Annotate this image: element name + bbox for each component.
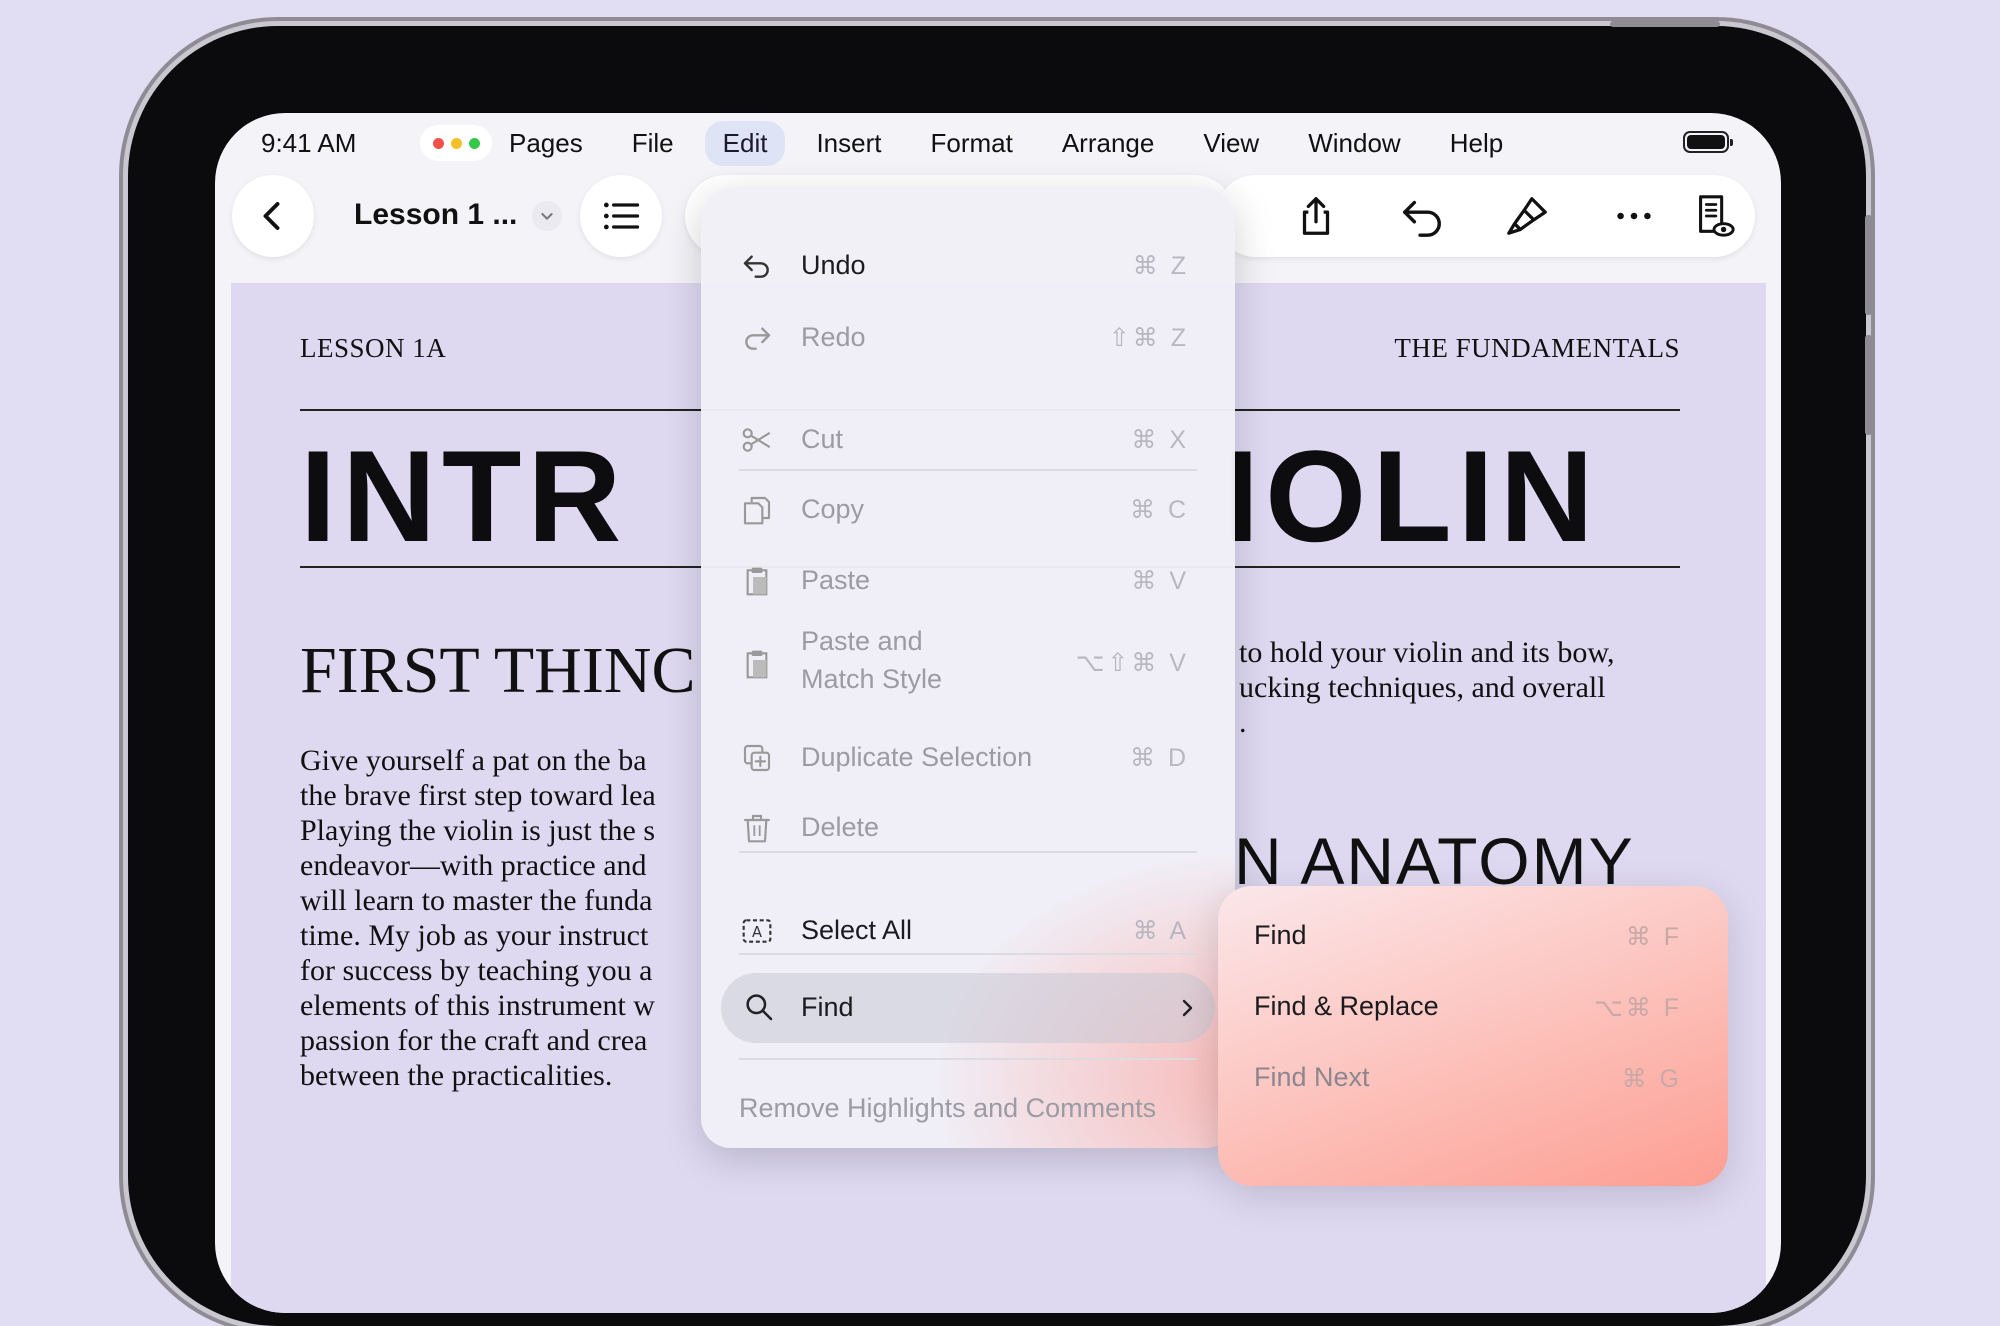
menu-items: Pages File Edit Insert Format Arrange Vi… (491, 113, 1534, 173)
menu-item-paste[interactable]: Paste ⌘ V (701, 551, 1235, 611)
submenu-item-find-next[interactable]: Find Next ⌘ G (1218, 1030, 1728, 1100)
menu-label: Paste and (801, 626, 923, 656)
menu-label: Find Next (1254, 1062, 1370, 1092)
menu-insert[interactable]: Insert (798, 121, 899, 166)
more-icon[interactable] (1611, 193, 1657, 239)
title-menu-button[interactable] (532, 201, 562, 231)
menu-label: Redo (801, 322, 866, 352)
redo-icon (745, 327, 771, 350)
menu-item-find[interactable]: Find (721, 973, 1215, 1043)
select-all-icon: A (742, 919, 772, 943)
menu-label: Copy (801, 494, 865, 524)
close-dot[interactable] (432, 137, 444, 149)
submenu-item-find[interactable]: Find ⌘ F (1218, 886, 1728, 956)
copy-icon (743, 496, 771, 525)
paintbrush-icon[interactable] (1505, 193, 1551, 239)
menu-pages[interactable]: Pages (491, 121, 601, 166)
right-paragraph: to hold your violin and its bow, ucking … (1239, 635, 1679, 740)
chevron-down-icon (541, 213, 553, 220)
menu-shortcut: ⌘ Z (1132, 252, 1189, 280)
menu-label: Duplicate Selection (801, 742, 1033, 772)
body-line: ucking techniques, and overall (1239, 671, 1606, 704)
page-header-right: THE FUNDAMENTALS (1394, 333, 1680, 363)
menu-shortcut: ⌘ C (1130, 496, 1189, 524)
menu-item-duplicate[interactable]: Duplicate Selection ⌘ D (701, 728, 1235, 788)
menu-item-remove-highlights[interactable]: Remove Highlights and Comments (739, 1093, 1156, 1124)
menu-format[interactable]: Format (912, 121, 1030, 166)
back-button[interactable] (232, 175, 314, 257)
list-icon (603, 202, 640, 230)
svg-text:A: A (752, 924, 762, 941)
separator (739, 953, 1197, 955)
menu-item-copy[interactable]: Copy ⌘ C (701, 480, 1235, 540)
menu-item-cut[interactable]: Cut ⌘ X (701, 410, 1235, 470)
menu-label: Select All (801, 915, 913, 945)
paste-style-icon (746, 650, 768, 679)
separator (739, 851, 1197, 853)
menu-shortcut: ⌘ A (1132, 917, 1189, 945)
menu-shortcut: ⌘ G (1621, 1065, 1682, 1093)
duplicate-icon (743, 744, 771, 772)
trash-icon (743, 814, 771, 843)
document-title[interactable]: Lesson 1 ... (354, 198, 517, 232)
menu-view[interactable]: View (1185, 121, 1277, 166)
document-title-right: IOLIN (1223, 423, 1600, 569)
chevron-left-icon (263, 202, 280, 230)
battery-icon (1683, 131, 1733, 153)
submenu-item-find-replace[interactable]: Find & Replace ⌥⌘ F (1218, 958, 1728, 1028)
menu-file[interactable]: File (614, 121, 692, 166)
zoom-dot[interactable] (468, 137, 480, 149)
menu-shortcut: ⌥⇧⌘ V (1075, 649, 1189, 677)
menu-bar: 9:41 AM Pages File Edit Insert Format Ar… (215, 113, 1781, 173)
menu-label: Match Style (801, 664, 943, 694)
menu-arrange[interactable]: Arrange (1044, 121, 1173, 166)
menu-shortcut: ⌘ F (1625, 923, 1682, 951)
undo-icon[interactable] (1399, 193, 1445, 239)
search-icon (746, 994, 773, 1021)
menu-shortcut: ⌘ D (1130, 744, 1189, 772)
separator (739, 469, 1197, 471)
menu-shortcut: ⇧⌘ Z (1108, 324, 1189, 352)
menu-edit[interactable]: Edit (704, 120, 786, 166)
menu-item-redo[interactable]: Redo ⇧⌘ Z (701, 308, 1235, 368)
top-button (1610, 21, 1720, 27)
window-controls[interactable] (420, 125, 492, 161)
reading-view-icon[interactable] (1691, 193, 1737, 239)
side-button (1865, 215, 1872, 315)
share-icon[interactable] (1293, 193, 1339, 239)
menu-label: Find (1254, 920, 1307, 950)
minimize-dot[interactable] (450, 137, 462, 149)
menu-label: Undo (801, 250, 866, 280)
body-line: to hold your violin and its bow, (1239, 636, 1615, 669)
find-submenu: Find ⌘ F Find & Replace ⌥⌘ F Find Next ⌘… (1218, 886, 1728, 1186)
undo-icon (743, 255, 769, 278)
menu-shortcut: ⌥⌘ F (1593, 994, 1682, 1022)
menu-label: Find & Replace (1254, 991, 1439, 1021)
menu-window[interactable]: Window (1290, 121, 1418, 166)
paste-icon (746, 567, 768, 596)
menu-item-undo[interactable]: Undo ⌘ Z (701, 236, 1235, 296)
side-button (1865, 335, 1872, 435)
separator (739, 1058, 1197, 1060)
status-time: 9:41 AM (261, 128, 357, 158)
edit-menu: Undo ⌘ Z Redo ⇧⌘ Z Cut ⌘ X Copy ⌘ C Past… (701, 188, 1235, 1148)
menu-item-select-all[interactable]: A Select All ⌘ A (701, 901, 1235, 961)
page-header-left: LESSON 1A (300, 333, 447, 363)
right-toolbar (1215, 175, 1755, 257)
menu-help[interactable]: Help (1432, 121, 1521, 166)
menu-label: Delete (801, 812, 880, 842)
menu-item-paste-match-style[interactable]: Paste and Match Style ⌥⇧⌘ V (701, 618, 1235, 708)
chevron-right-icon (1182, 999, 1193, 1017)
menu-shortcut: ⌘ V (1131, 567, 1189, 595)
outline-button[interactable] (580, 175, 662, 257)
section-heading-left: FIRST THINC (300, 634, 696, 707)
body-line: . (1239, 706, 1247, 739)
menu-label: Paste (801, 565, 871, 595)
menu-label: Find (801, 992, 854, 1022)
menu-item-delete[interactable]: Delete (701, 798, 1235, 858)
